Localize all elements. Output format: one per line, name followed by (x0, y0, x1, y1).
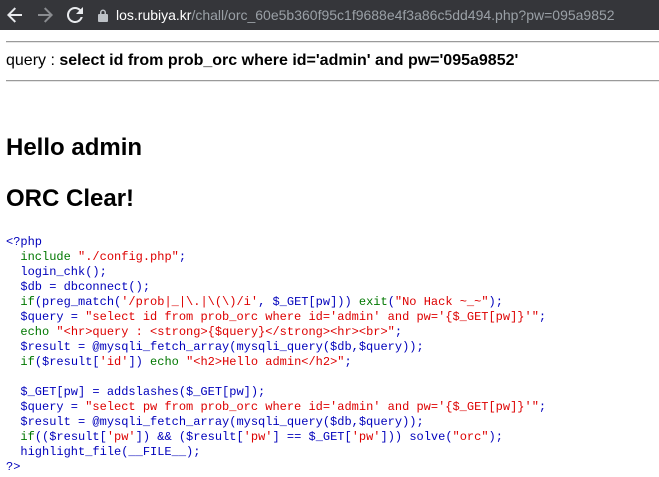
url-host: los.rubiya.kr (116, 7, 192, 23)
source-code-line (6, 370, 546, 385)
source-code-line: <?php (6, 235, 43, 249)
arrow-left-icon[interactable] (0, 0, 30, 30)
source-code-line: $query = "select pw from prob_orc where … (6, 400, 547, 414)
source-code-line: highlight_file(__FILE__); (6, 445, 201, 459)
source-code-line: echo "<hr>query : <strong>{$query}</stro… (20, 325, 403, 339)
source-code-line: include "./config.php"; (20, 250, 187, 264)
source-code-line: $query = "select id from prob_orc where … (6, 310, 547, 324)
divider (6, 80, 659, 82)
address-bar[interactable]: los.rubiya.kr/chall/orc_60e5b360f95c1f96… (98, 0, 615, 30)
source-code-listing: <?php include "./config.php"; login_chk(… (6, 235, 546, 475)
source-code-line: if(($result['pw']) && ($result['pw'] == … (20, 430, 503, 444)
source-code-line: if($result['id']) echo "<h2>Hello admin<… (20, 355, 352, 369)
reload-icon[interactable] (60, 0, 90, 30)
arrow-right-icon[interactable] (30, 0, 60, 30)
query-sql: select id from prob_orc where id='admin'… (59, 52, 519, 69)
lock-icon (98, 9, 108, 22)
source-code-line: $result = @mysqli_fetch_array(mysqli_que… (6, 340, 424, 354)
source-code-line: login_chk(); (6, 265, 107, 279)
browser-toolbar: los.rubiya.kr/chall/orc_60e5b360f95c1f96… (0, 0, 659, 30)
source-code-line: $_GET[pw] = addslashes($_GET[pw]); (6, 385, 266, 399)
url-path: /chall/orc_60e5b360f95c1f9688e4f3a86c5dd… (191, 7, 615, 23)
source-code-line: $db = dbconnect(); (6, 280, 151, 294)
query-display: query : select id from prob_orc where id… (6, 52, 518, 70)
divider (6, 41, 659, 43)
query-label: query : (6, 52, 60, 69)
source-code-line: $result = @mysqli_fetch_array(mysqli_que… (6, 415, 424, 429)
source-code-line: if(preg_match('/prob|_|\.|\(\)/i', $_GET… (20, 295, 503, 309)
hello-heading: Hello admin (6, 134, 143, 161)
clear-heading: ORC Clear! (6, 185, 135, 212)
source-code-line: ?> (6, 460, 21, 474)
